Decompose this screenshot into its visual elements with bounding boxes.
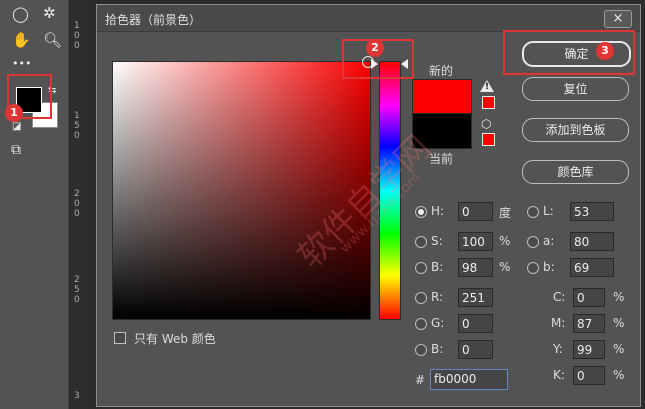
ruler-mark: 2 bbox=[74, 189, 80, 199]
vertical-ruler: 1 0 0 1 5 0 2 0 0 2 5 0 3 bbox=[68, 0, 87, 409]
rgb-b-radio[interactable] bbox=[415, 344, 427, 356]
new-color-swatch bbox=[412, 79, 472, 115]
close-button[interactable]: × bbox=[604, 10, 632, 28]
rgb-b-input[interactable]: 0 bbox=[458, 340, 493, 359]
y-unit: % bbox=[613, 342, 625, 356]
ruler-mark: 0 bbox=[74, 209, 80, 219]
dialog-titlebar[interactable]: 拾色器（前景色） × bbox=[97, 5, 640, 32]
new-color-label: 新的 bbox=[429, 64, 454, 78]
hand-tool-icon[interactable]: ✋ bbox=[12, 33, 31, 48]
warning-mark-icon: ! bbox=[485, 82, 490, 92]
b-input[interactable]: 98 bbox=[458, 258, 493, 277]
l-label: L: bbox=[543, 204, 554, 218]
more-tools-icon[interactable]: ••• bbox=[12, 58, 31, 69]
r-label: R: bbox=[431, 290, 444, 304]
lab-b-label: b: bbox=[543, 260, 555, 274]
only-web-colors-label: 只有 Web 颜色 bbox=[134, 332, 216, 346]
b-radio[interactable] bbox=[415, 262, 427, 274]
shape-tool-icon[interactable]: ✲ bbox=[43, 6, 56, 21]
a-label: a: bbox=[543, 234, 555, 248]
s-unit: % bbox=[499, 234, 511, 248]
hex-input[interactable]: fb0000 bbox=[430, 369, 508, 390]
g-label: G: bbox=[431, 316, 445, 330]
s-input[interactable]: 100 bbox=[458, 232, 493, 251]
m-unit: % bbox=[613, 316, 625, 330]
screen-mode-icon[interactable]: ⧉ bbox=[11, 143, 21, 157]
h-input[interactable]: 0 bbox=[458, 202, 493, 221]
default-colors-icon[interactable]: ◪ bbox=[12, 122, 21, 132]
annotation-badge-1: 1 bbox=[5, 104, 23, 122]
annotation-badge-2: 2 bbox=[366, 39, 384, 57]
ruler-mark: 2 bbox=[74, 275, 80, 285]
k-label: K: bbox=[553, 368, 565, 382]
b-label: B: bbox=[431, 260, 444, 274]
ruler-mark: 3 bbox=[74, 391, 80, 401]
a-radio[interactable] bbox=[527, 236, 539, 248]
ruler-mark: 0 bbox=[74, 41, 80, 51]
l-input[interactable]: 53 bbox=[570, 202, 614, 221]
k-unit: % bbox=[613, 368, 625, 382]
m-label: M: bbox=[551, 316, 566, 330]
g-radio[interactable] bbox=[415, 318, 427, 330]
zoom-tool-icon[interactable]: 🔍︎ bbox=[43, 33, 62, 48]
m-input[interactable]: 87 bbox=[573, 314, 605, 333]
b-unit: % bbox=[499, 260, 511, 274]
annotation-badge-3: 3 bbox=[596, 42, 614, 60]
ruler-mark: 0 bbox=[74, 31, 80, 41]
y-input[interactable]: 99 bbox=[573, 340, 605, 359]
a-input[interactable]: 80 bbox=[570, 232, 614, 251]
h-unit: 度 bbox=[499, 206, 512, 220]
color-picker-dialog: 拾色器（前景色） × 新的 当前 ! ⬡ 确定 复位 添加到色板 颜色库 H: … bbox=[96, 4, 641, 407]
reset-button[interactable]: 复位 bbox=[522, 77, 629, 101]
ruler-mark: 1 bbox=[74, 111, 80, 121]
lab-b-input[interactable]: 69 bbox=[570, 258, 614, 277]
h-label: H: bbox=[431, 204, 445, 218]
r-radio[interactable] bbox=[415, 292, 427, 304]
c-label: C: bbox=[553, 290, 566, 304]
s-radio[interactable] bbox=[415, 236, 427, 248]
y-label: Y: bbox=[553, 342, 563, 356]
color-libraries-button[interactable]: 颜色库 bbox=[522, 160, 629, 184]
h-radio[interactable] bbox=[415, 206, 427, 218]
web-safe-warning-icon[interactable]: ⬡ bbox=[481, 117, 491, 131]
ellipse-tool-icon[interactable]: ◯ bbox=[12, 7, 29, 22]
web-safe-color-chip[interactable] bbox=[482, 133, 495, 146]
only-web-colors-checkbox[interactable] bbox=[114, 332, 126, 344]
add-to-swatches-button[interactable]: 添加到色板 bbox=[522, 118, 629, 142]
ruler-mark: 5 bbox=[74, 121, 80, 131]
ruler-mark: 5 bbox=[74, 285, 80, 295]
ruler-mark: 0 bbox=[74, 131, 80, 141]
ruler-mark: 0 bbox=[74, 199, 80, 209]
color-field[interactable] bbox=[112, 61, 371, 320]
dialog-title: 拾色器（前景色） bbox=[105, 13, 202, 27]
g-input[interactable]: 0 bbox=[458, 314, 493, 333]
gamut-color-chip[interactable] bbox=[482, 96, 495, 109]
ruler-mark: 0 bbox=[74, 295, 80, 305]
l-radio[interactable] bbox=[527, 206, 539, 218]
ruler-mark: 1 bbox=[74, 21, 80, 31]
annotation-box-3 bbox=[503, 30, 635, 75]
c-unit: % bbox=[613, 290, 625, 304]
c-input[interactable]: 0 bbox=[573, 288, 605, 307]
k-input[interactable]: 0 bbox=[573, 366, 605, 385]
r-input[interactable]: 251 bbox=[458, 288, 493, 307]
s-label: S: bbox=[431, 234, 443, 248]
lab-b-radio[interactable] bbox=[527, 262, 539, 274]
hex-label: # bbox=[415, 373, 426, 387]
rgb-b-label: B: bbox=[431, 342, 444, 356]
